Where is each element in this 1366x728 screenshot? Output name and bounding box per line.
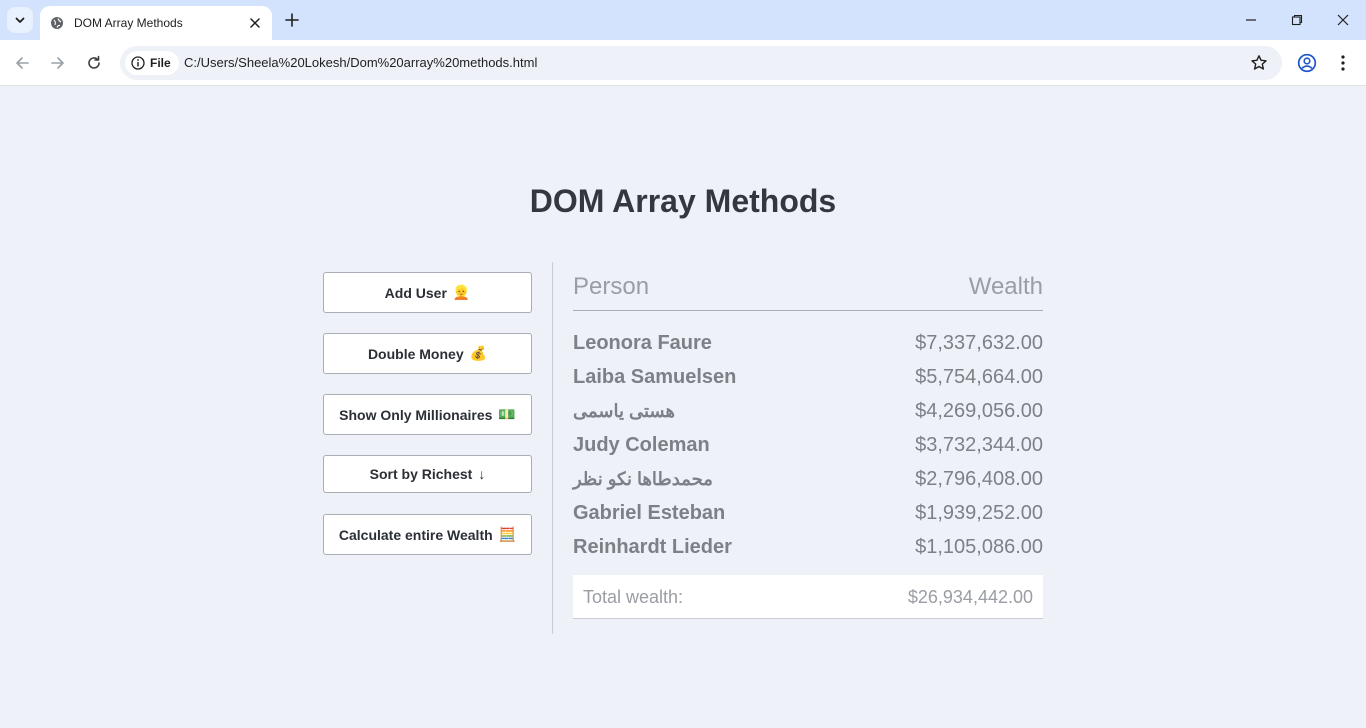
total-wealth-value: $26,934,442.00 [907, 587, 1033, 607]
person-name: هستی یاسمی [573, 401, 675, 421]
person-list: Leonora Faure $7,337,632.00 Laiba Samuel… [573, 326, 1043, 564]
close-tab-icon[interactable] [244, 12, 266, 34]
show-millionaires-button[interactable]: Show Only Millionaires 💵 [323, 394, 532, 435]
tab-search-button[interactable] [7, 7, 33, 33]
tab-strip: DOM Array Methods [0, 0, 1366, 40]
person-wealth: $7,337,632.00 [915, 332, 1043, 354]
site-info-chip[interactable]: File [125, 51, 179, 75]
reload-icon [88, 55, 100, 69]
vertical-divider [552, 262, 553, 634]
show-millionaires-label: Show Only Millionaires [339, 406, 493, 423]
add-user-button[interactable]: Add User 👱 [323, 272, 532, 313]
minimize-icon [1246, 19, 1256, 21]
person-row: Laiba Samuelsen $5,754,664.00 [573, 360, 1043, 394]
page-title: DOM Array Methods [529, 183, 837, 219]
bookmark-star-icon[interactable] [1250, 54, 1268, 72]
arrow-down-icon: ↓ [478, 466, 486, 482]
wealth-column-header: Wealth [968, 273, 1043, 300]
info-icon [131, 56, 145, 70]
wealth-table: Person Wealth Leonora Faure $7,337,632.0… [573, 272, 1043, 619]
person-row: Judy Coleman $3,732,344.00 [573, 428, 1043, 462]
total-wealth-row: Total wealth: $26,934,442.00 [573, 575, 1043, 619]
sort-richest-button[interactable]: Sort by Richest ↓ [323, 455, 532, 493]
person-row: محمدطاها نكو نظر $2,796,408.00 [573, 462, 1043, 496]
new-tab-button[interactable] [280, 8, 304, 32]
person-row: Reinhardt Lieder $1,105,086.00 [573, 530, 1043, 564]
close-icon [1337, 14, 1349, 26]
person-wealth: $5,754,664.00 [915, 366, 1043, 388]
person-icon: 👱 [452, 284, 471, 300]
sort-richest-label: Sort by Richest [369, 466, 473, 482]
table-header: Person Wealth [573, 272, 1043, 311]
url-text[interactable]: C:/Users/Sheela%20Lokesh/Dom%20array%20m… [184, 55, 537, 70]
calculate-wealth-label: Calculate entire Wealth [338, 526, 493, 543]
person-wealth: $3,732,344.00 [915, 434, 1043, 456]
active-tab[interactable]: DOM Array Methods [40, 6, 272, 40]
site-chip-label: File [150, 56, 171, 70]
person-column-header: Person [573, 273, 650, 300]
close-window-button[interactable] [1320, 0, 1366, 40]
minimize-button[interactable] [1228, 0, 1274, 40]
double-money-button[interactable]: Double Money 💰 [323, 333, 532, 374]
person-row: هستی یاسمی $4,269,056.00 [573, 394, 1043, 428]
restore-button[interactable] [1274, 0, 1320, 40]
abacus-icon: 🧮 [498, 526, 517, 542]
person-wealth: $1,939,252.00 [915, 502, 1043, 524]
person-wealth: $4,269,056.00 [915, 400, 1043, 422]
chevron-down-icon [15, 17, 25, 23]
more-menu-icon[interactable] [1332, 52, 1354, 74]
person-row: Leonora Faure $7,337,632.00 [573, 326, 1043, 360]
back-button[interactable] [8, 49, 36, 77]
person-row: Gabriel Esteban $1,939,252.00 [573, 496, 1043, 530]
calculate-wealth-button[interactable]: Calculate entire Wealth 🧮 [323, 514, 532, 555]
money-bag-icon: 💰 [469, 345, 488, 361]
person-wealth: $2,796,408.00 [915, 468, 1043, 490]
banknote-icon: 💵 [498, 406, 516, 422]
browser-toolbar: File C:/Users/Sheela%20Lokesh/Dom%20arra… [0, 40, 1366, 86]
person-name: Gabriel Esteban [573, 502, 726, 524]
arrow-right-icon [51, 57, 64, 69]
arrow-left-icon [16, 57, 29, 69]
globe-icon [50, 16, 64, 30]
person-name: Reinhardt Lieder [573, 536, 732, 558]
profile-icon[interactable] [1296, 52, 1318, 74]
person-name: محمدطاها نكو نظر [573, 469, 713, 489]
double-money-label: Double Money [367, 345, 464, 362]
restore-icon [1291, 14, 1303, 26]
person-name: Leonora Faure [573, 332, 712, 354]
forward-button[interactable] [44, 49, 72, 77]
reload-button[interactable] [80, 49, 108, 77]
plus-icon [285, 13, 299, 27]
tab-title: DOM Array Methods [74, 16, 183, 30]
address-bar[interactable]: File C:/Users/Sheela%20Lokesh/Dom%20arra… [120, 46, 1282, 80]
total-wealth-label: Total wealth: [583, 587, 684, 607]
action-sidebar: Add User 👱 Double Money 💰 Show Only Mill… [323, 272, 532, 575]
person-name: Judy Coleman [573, 434, 710, 456]
person-wealth: $1,105,086.00 [915, 536, 1043, 558]
person-name: Laiba Samuelsen [573, 366, 737, 388]
add-user-label: Add User [384, 284, 447, 301]
